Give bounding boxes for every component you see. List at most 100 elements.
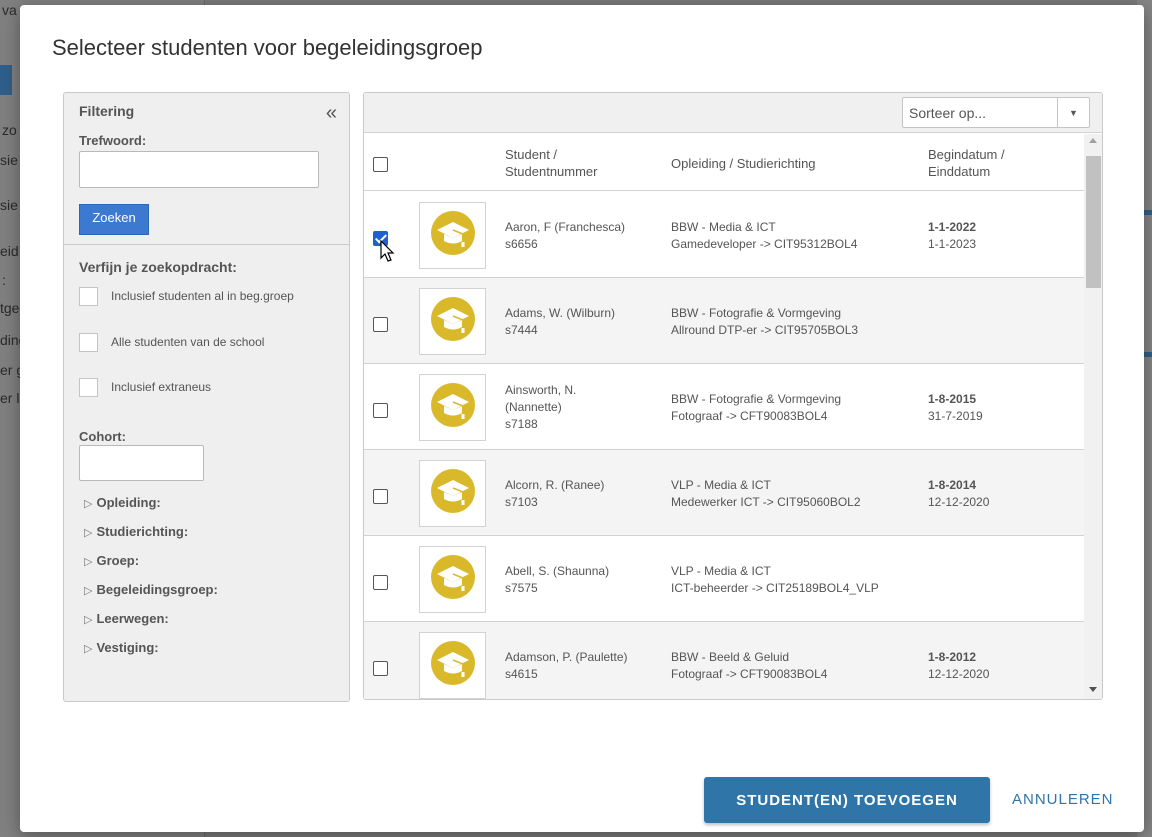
graduation-cap-icon xyxy=(430,468,476,519)
select-all-checkbox[interactable] xyxy=(373,157,388,172)
student-cell: Ainsworth, N. (Nannette) s7188 xyxy=(505,382,625,433)
triangle-right-icon: ▷ xyxy=(84,614,93,626)
search-button[interactable]: Zoeken xyxy=(79,204,149,235)
student-number: s4615 xyxy=(505,667,538,681)
cohort-label: Cohort: xyxy=(79,429,126,444)
dates-cell: 1-8-2012 12-12-2020 xyxy=(928,649,989,683)
tree-begeleidingsgroep[interactable]: ▷ Begeleidingsgroep: xyxy=(84,582,218,597)
divider xyxy=(64,244,349,245)
student-name: Aaron, F (Franchesca) xyxy=(505,220,626,234)
table-row[interactable]: Aaron, F (Franchesca) s6656 BBW - Media & … xyxy=(364,192,1084,278)
tree-label: Groep: xyxy=(96,553,140,568)
student-name: Adams, W. (Wilburn) xyxy=(505,306,616,320)
triangle-right-icon: ▷ xyxy=(84,527,93,539)
tree-label: Vestiging: xyxy=(96,640,159,655)
track: Medewerker ICT -> CIT95060BOL2 xyxy=(671,495,861,509)
track: ICT-beheerder -> CIT25189BOL4_VLP xyxy=(671,581,879,595)
tree-opleiding[interactable]: ▷ Opleiding: xyxy=(84,495,161,510)
student-avatar xyxy=(419,546,486,613)
checkbox-box[interactable] xyxy=(79,378,98,397)
background-accent xyxy=(1144,352,1152,357)
checkbox-box[interactable] xyxy=(79,287,98,306)
table-header: Student / Studentnummer Opleiding / Stud… xyxy=(364,134,1084,191)
program: VLP - Media & ICT xyxy=(671,564,771,578)
tree-vestiging[interactable]: ▷ Vestiging: xyxy=(84,640,159,655)
student-number: s7575 xyxy=(505,581,538,595)
tree-groep[interactable]: ▷ Groep: xyxy=(84,553,139,568)
tree-studierichting[interactable]: ▷ Studierichting: xyxy=(84,524,188,539)
scroll-thumb[interactable] xyxy=(1086,156,1101,288)
triangle-right-icon: ▷ xyxy=(84,498,93,510)
checkbox-label: Inclusief extraneus xyxy=(111,380,212,394)
student-cell: Adamson, P. (Paulette) s4615 xyxy=(505,649,660,683)
background-text: eid xyxy=(0,243,19,259)
filter-heading: Filtering xyxy=(79,103,135,119)
caret-down-icon[interactable]: ▼ xyxy=(1057,98,1089,127)
scroll-down-arrow[interactable] xyxy=(1089,687,1097,692)
track: Fotograaf -> CFT90083BOL4 xyxy=(671,409,828,423)
start-date: 1-1-2022 xyxy=(928,220,977,234)
track: Fotograaf -> CFT90083BOL4 xyxy=(671,667,828,681)
double-chevron-left-icon[interactable]: « xyxy=(326,103,337,123)
triangle-right-icon: ▷ xyxy=(84,585,93,597)
student-number: s7188 xyxy=(505,417,538,431)
table-row[interactable]: Adams, W. (Wilburn) s7444 BBW - Fotografie… xyxy=(364,278,1084,364)
row-checkbox[interactable] xyxy=(373,575,388,590)
row-checkbox[interactable] xyxy=(373,489,388,504)
cohort-input[interactable] xyxy=(79,445,204,481)
include-in-group-checkbox[interactable]: Inclusief studenten al in beg.groep xyxy=(79,287,339,309)
tree-leerwegen[interactable]: ▷ Leerwegen: xyxy=(84,611,169,626)
student-avatar xyxy=(419,374,486,441)
program: BBW - Fotografie & Vormgeving xyxy=(671,392,842,406)
end-date: 12-12-2020 xyxy=(928,667,990,681)
student-name: Abell, S. (Shaunna) xyxy=(505,564,610,578)
scroll-up-arrow[interactable] xyxy=(1089,138,1097,143)
row-checkbox[interactable] xyxy=(373,317,388,332)
table-row[interactable]: Ainsworth, N. (Nannette) s7188 BBW - Fotog… xyxy=(364,364,1084,450)
graduation-cap-icon xyxy=(430,382,476,433)
end-date: 31-7-2019 xyxy=(928,409,983,423)
dates-cell: 1-8-2015 31-7-2019 xyxy=(928,391,983,425)
results-scrollbar[interactable] xyxy=(1084,134,1102,699)
student-avatar xyxy=(419,202,486,269)
table-row[interactable]: Adamson, P. (Paulette) s4615 BBW - Beeld &… xyxy=(364,622,1084,699)
education-cell: BBW - Beeld & Geluid Fotograaf -> CFT9008… xyxy=(671,649,827,683)
row-checkbox[interactable] xyxy=(373,661,388,676)
table-row[interactable]: Abell, S. (Shaunna) s7575 VLP - Media & IC… xyxy=(364,536,1084,622)
table-row[interactable]: Alcorn, R. (Ranee) s7103 VLP - Media & ICT… xyxy=(364,450,1084,536)
education-cell: BBW - Fotografie & Vormgeving Allround DT… xyxy=(671,305,858,339)
student-number: s7103 xyxy=(505,495,538,509)
graduation-cap-icon xyxy=(430,296,476,347)
graduation-cap-icon xyxy=(430,210,476,261)
start-date: 1-8-2014 xyxy=(928,478,977,492)
header-dates-line2: Einddatum xyxy=(928,164,991,179)
student-avatar xyxy=(419,288,486,355)
select-students-dialog: Selecteer studenten voor begeleidingsgro… xyxy=(20,5,1144,832)
filter-panel: Filtering « Trefwoord: Zoeken Verfijn je… xyxy=(63,92,350,702)
student-cell: Aaron, F (Franchesca) s6656 xyxy=(505,219,660,253)
cancel-button[interactable]: ANNULEREN xyxy=(1012,791,1114,808)
tree-label: Opleiding: xyxy=(96,495,161,510)
background-accent xyxy=(0,65,12,95)
graduation-cap-icon xyxy=(430,640,476,691)
dates-cell: 1-8-2014 12-12-2020 xyxy=(928,477,989,511)
background-text: : xyxy=(2,272,6,288)
header-student-line2: Studentnummer xyxy=(505,164,598,179)
header-dates-line1: Begindatum / xyxy=(928,147,1005,162)
header-student-line1: Student / xyxy=(505,147,558,162)
triangle-right-icon: ▷ xyxy=(84,643,93,655)
keyword-input[interactable] xyxy=(79,151,319,188)
all-students-checkbox[interactable]: Alle studenten van de school xyxy=(79,333,339,355)
program: BBW - Media & ICT xyxy=(671,220,776,234)
tree-label: Begeleidingsgroep: xyxy=(96,582,218,597)
dialog-title: Selecteer studenten voor begeleidingsgro… xyxy=(52,35,483,60)
sort-select[interactable]: Sorteer op... ▼ xyxy=(902,97,1090,128)
row-checkbox[interactable] xyxy=(373,403,388,418)
mouse-pointer-icon xyxy=(380,240,395,262)
keyword-label: Trefwoord: xyxy=(79,133,147,148)
track: Gamedeveloper -> CIT95312BOL4 xyxy=(671,237,858,251)
add-students-button[interactable]: STUDENT(EN) TOEVOEGEN xyxy=(704,777,990,823)
include-extraneus-checkbox[interactable]: Inclusief extraneus xyxy=(79,378,339,400)
checkbox-box[interactable] xyxy=(79,333,98,352)
student-name: Adamson, P. (Paulette) xyxy=(505,650,628,664)
